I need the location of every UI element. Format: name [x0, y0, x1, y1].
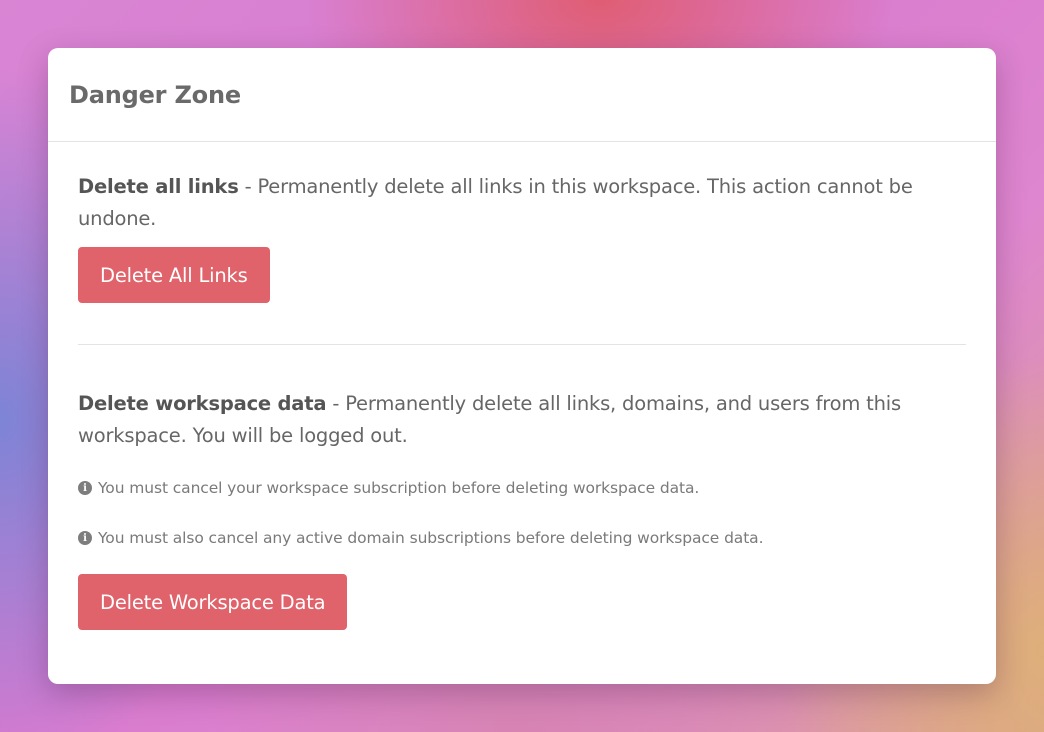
- card-title: Danger Zone: [69, 80, 241, 109]
- delete-workspace-section: Delete workspace data - Permanently dele…: [78, 388, 966, 630]
- info-icon: i: [78, 531, 92, 545]
- subscription-note-text: You must cancel your workspace subscript…: [98, 479, 700, 497]
- domain-subscription-note: i You must also cancel any active domain…: [78, 529, 966, 547]
- card-header: Danger Zone: [48, 48, 996, 142]
- section-divider: [78, 344, 966, 345]
- delete-workspace-description: Delete workspace data - Permanently dele…: [78, 388, 966, 452]
- delete-links-section: Delete all links - Permanently delete al…: [78, 171, 966, 303]
- card-body: Delete all links - Permanently delete al…: [48, 142, 996, 630]
- delete-all-links-button[interactable]: Delete All Links: [78, 247, 270, 303]
- danger-zone-card: Danger Zone Delete all links - Permanent…: [48, 48, 996, 684]
- domain-subscription-note-text: You must also cancel any active domain s…: [98, 529, 764, 547]
- delete-workspace-data-button[interactable]: Delete Workspace Data: [78, 574, 348, 630]
- info-icon: i: [78, 481, 92, 495]
- delete-links-title: Delete all links: [78, 175, 239, 198]
- delete-workspace-title: Delete workspace data: [78, 392, 327, 415]
- subscription-note: i You must cancel your workspace subscri…: [78, 479, 966, 497]
- delete-links-description: Delete all links - Permanently delete al…: [78, 171, 966, 235]
